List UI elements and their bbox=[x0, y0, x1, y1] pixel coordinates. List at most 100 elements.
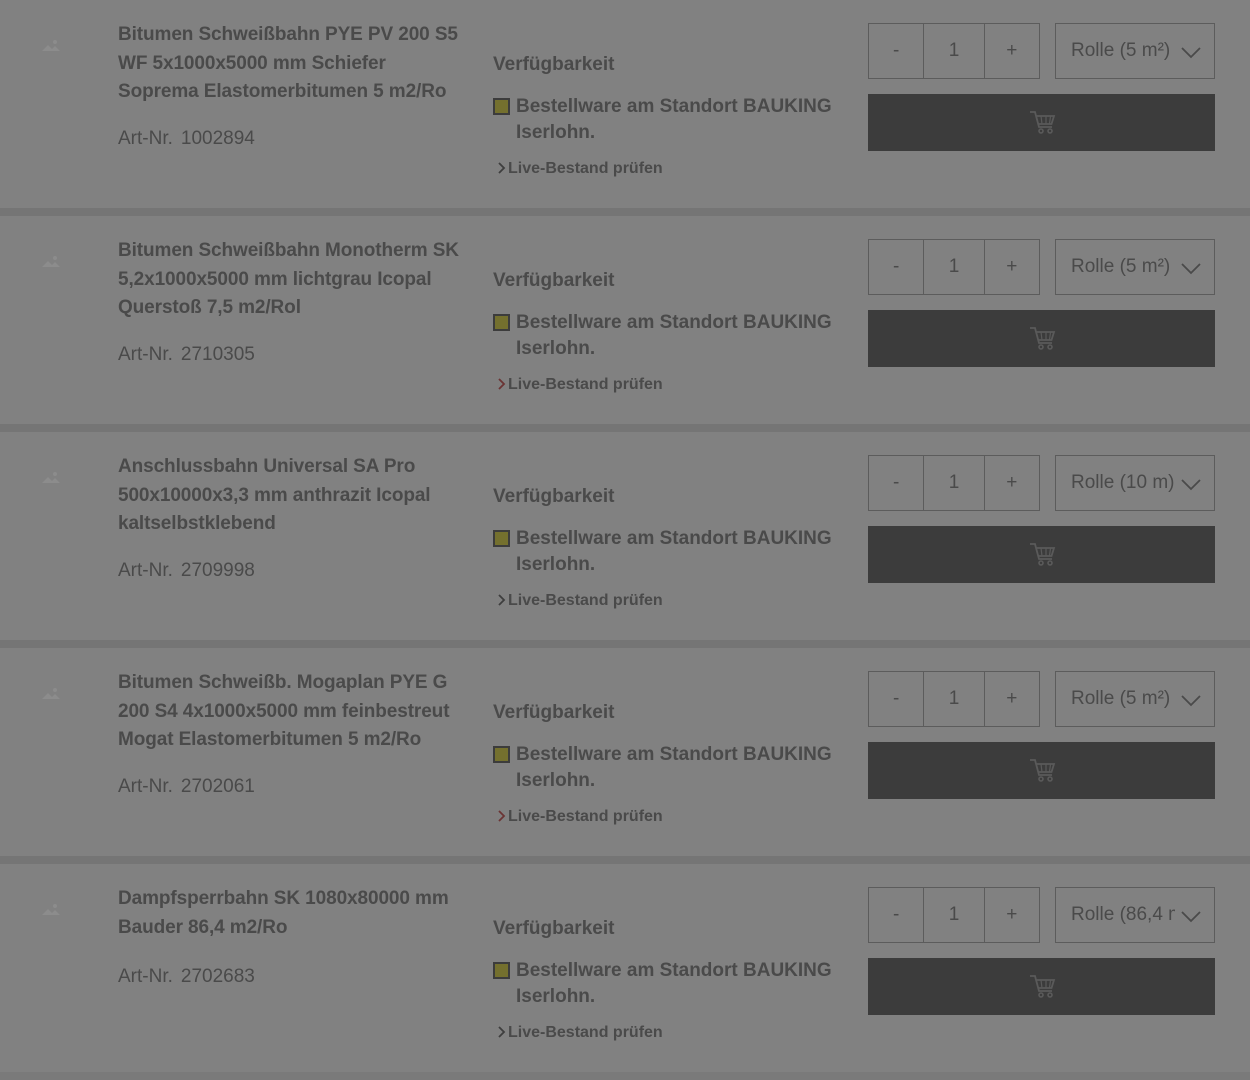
product-list: Bitumen Schweißbahn PYE PV 200 S5 WF 5x1… bbox=[0, 0, 1250, 1080]
image-placeholder-icon[interactable] bbox=[40, 686, 62, 702]
product-title[interactable]: Bitumen Schweißb. Mogaplan PYE G 200 S4 … bbox=[118, 669, 468, 755]
product-row: Dampfsperrbahn SK 1080x80000 mm Bauder 8… bbox=[0, 864, 1250, 1072]
add-to-cart-button[interactable] bbox=[868, 94, 1215, 151]
article-number: Art-Nr. 2710305 bbox=[118, 344, 255, 366]
live-stock-link[interactable]: Live-Bestand prüfen bbox=[497, 376, 663, 394]
chevron-down-icon bbox=[1180, 905, 1202, 927]
product-title[interactable]: Bitumen Schweißbahn Monotherm SK 5,2x100… bbox=[118, 237, 468, 323]
quantity-stepper: - 1 + bbox=[868, 455, 1040, 511]
article-number: Art-Nr. 2702683 bbox=[118, 966, 255, 988]
live-stock-link-label[interactable]: Live-Bestand prüfen bbox=[508, 808, 663, 825]
image-placeholder-icon[interactable] bbox=[40, 902, 62, 918]
product-title[interactable]: Dampfsperrbahn SK 1080x80000 mm Bauder 8… bbox=[118, 885, 468, 942]
availability-heading: Verfügbarkeit bbox=[493, 702, 615, 723]
article-number: Art-Nr. 2709998 bbox=[118, 560, 255, 582]
status-square-icon bbox=[493, 98, 510, 115]
availability-status-text: Bestellware am Standort BAUKING Iserlohn… bbox=[516, 744, 832, 791]
availability-status-text: Bestellware am Standort BAUKING Iserlohn… bbox=[516, 312, 832, 359]
add-to-cart-button[interactable] bbox=[868, 310, 1215, 367]
unit-select[interactable]: Rolle (5 m²) bbox=[1055, 239, 1215, 295]
row-divider bbox=[0, 208, 1250, 216]
unit-select-value: Rolle (5 m²) bbox=[1071, 40, 1171, 61]
article-number-value: 2702061 bbox=[180, 776, 255, 797]
increase-quantity-button[interactable]: + bbox=[985, 24, 1039, 78]
status-square-icon bbox=[493, 962, 510, 979]
availability-heading: Verfügbarkeit bbox=[493, 918, 615, 939]
unit-select-value: Rolle (5 m²) bbox=[1071, 256, 1171, 277]
unit-select[interactable]: Rolle (86,4 m²) bbox=[1055, 887, 1215, 943]
availability-heading: Verfügbarkeit bbox=[493, 270, 615, 291]
increase-quantity-button[interactable]: + bbox=[985, 672, 1039, 726]
quantity-input[interactable]: 1 bbox=[924, 888, 985, 942]
image-placeholder-icon[interactable] bbox=[40, 38, 62, 54]
decrease-quantity-button[interactable]: - bbox=[869, 672, 925, 726]
article-number-value: 1002894 bbox=[180, 128, 255, 149]
live-stock-link[interactable]: Live-Bestand prüfen bbox=[497, 592, 663, 610]
add-to-cart-button[interactable] bbox=[868, 958, 1215, 1015]
product-title[interactable]: Anschlussbahn Universal SA Pro 500x10000… bbox=[118, 453, 468, 539]
live-stock-link[interactable]: Live-Bestand prüfen bbox=[497, 160, 663, 178]
quantity-input[interactable]: 1 bbox=[924, 456, 985, 510]
decrease-quantity-button[interactable]: - bbox=[869, 456, 925, 510]
row-divider bbox=[0, 640, 1250, 648]
add-to-cart-button[interactable] bbox=[868, 742, 1215, 799]
chevron-down-icon bbox=[1180, 473, 1202, 495]
chevron-right-icon bbox=[497, 1024, 506, 1042]
increase-quantity-button[interactable]: + bbox=[985, 888, 1039, 942]
unit-select[interactable]: Rolle (5 m²) bbox=[1055, 23, 1215, 79]
quantity-stepper: - 1 + bbox=[868, 671, 1040, 727]
live-stock-link[interactable]: Live-Bestand prüfen bbox=[497, 808, 663, 826]
live-stock-link-label[interactable]: Live-Bestand prüfen bbox=[508, 592, 663, 609]
article-number-label: Art-Nr. bbox=[118, 128, 173, 149]
product-row: Bitumen Schweißbahn Monotherm SK 5,2x100… bbox=[0, 216, 1250, 424]
status-square-icon bbox=[493, 314, 510, 331]
unit-select-value: Rolle (86,4 m²) bbox=[1071, 904, 1175, 925]
increase-quantity-button[interactable]: + bbox=[985, 240, 1039, 294]
increase-quantity-button[interactable]: + bbox=[985, 456, 1039, 510]
product-row: Bitumen Schweißbahn PYE PV 200 S5 WF 5x1… bbox=[0, 0, 1250, 208]
decrease-quantity-button[interactable]: - bbox=[869, 888, 925, 942]
article-number: Art-Nr. 2702061 bbox=[118, 776, 255, 798]
availability-status-text: Bestellware am Standort BAUKING Iserlohn… bbox=[516, 96, 832, 143]
availability-heading: Verfügbarkeit bbox=[493, 54, 615, 75]
chevron-down-icon bbox=[1180, 257, 1202, 279]
quantity-input[interactable]: 1 bbox=[924, 240, 985, 294]
add-to-cart-button[interactable] bbox=[868, 526, 1215, 583]
article-number-value: 2709998 bbox=[180, 560, 255, 581]
article-number-label: Art-Nr. bbox=[118, 560, 173, 581]
unit-select[interactable]: Rolle (10 m) bbox=[1055, 455, 1215, 511]
chevron-right-icon bbox=[497, 808, 506, 826]
live-stock-link-label[interactable]: Live-Bestand prüfen bbox=[508, 1024, 663, 1041]
unit-select-value: Rolle (10 m) bbox=[1071, 472, 1175, 493]
quantity-input[interactable]: 1 bbox=[924, 24, 985, 78]
quantity-stepper: - 1 + bbox=[868, 239, 1040, 295]
live-stock-link[interactable]: Live-Bestand prüfen bbox=[497, 1024, 663, 1042]
chevron-right-icon bbox=[497, 160, 506, 178]
availability-status-text: Bestellware am Standort BAUKING Iserlohn… bbox=[516, 528, 832, 575]
product-row: Anschlussbahn Universal SA Pro 500x10000… bbox=[0, 432, 1250, 640]
row-divider bbox=[0, 856, 1250, 864]
unit-select[interactable]: Rolle (5 m²) bbox=[1055, 671, 1215, 727]
shopping-cart-icon bbox=[1027, 755, 1057, 785]
decrease-quantity-button[interactable]: - bbox=[869, 240, 925, 294]
decrease-quantity-button[interactable]: - bbox=[869, 24, 925, 78]
product-title[interactable]: Bitumen Schweißbahn PYE PV 200 S5 WF 5x1… bbox=[118, 21, 468, 107]
availability-status-text: Bestellware am Standort BAUKING Iserlohn… bbox=[516, 960, 832, 1007]
quantity-input[interactable]: 1 bbox=[924, 672, 985, 726]
product-row: Bitumen Schweißb. Mogaplan PYE G 200 S4 … bbox=[0, 648, 1250, 856]
live-stock-link-label[interactable]: Live-Bestand prüfen bbox=[508, 160, 663, 177]
status-square-icon bbox=[493, 746, 510, 763]
live-stock-link-label[interactable]: Live-Bestand prüfen bbox=[508, 376, 663, 393]
article-number-value: 2710305 bbox=[180, 344, 255, 365]
article-number: Art-Nr. 1002894 bbox=[118, 128, 255, 150]
chevron-down-icon bbox=[1180, 689, 1202, 711]
unit-select-value: Rolle (5 m²) bbox=[1071, 688, 1171, 709]
article-number-label: Art-Nr. bbox=[118, 344, 173, 365]
shopping-cart-icon bbox=[1027, 107, 1057, 137]
shopping-cart-icon bbox=[1027, 971, 1057, 1001]
chevron-right-icon bbox=[497, 376, 506, 394]
image-placeholder-icon[interactable] bbox=[40, 254, 62, 270]
article-number-label: Art-Nr. bbox=[118, 776, 173, 797]
quantity-stepper: - 1 + bbox=[868, 887, 1040, 943]
image-placeholder-icon[interactable] bbox=[40, 470, 62, 486]
